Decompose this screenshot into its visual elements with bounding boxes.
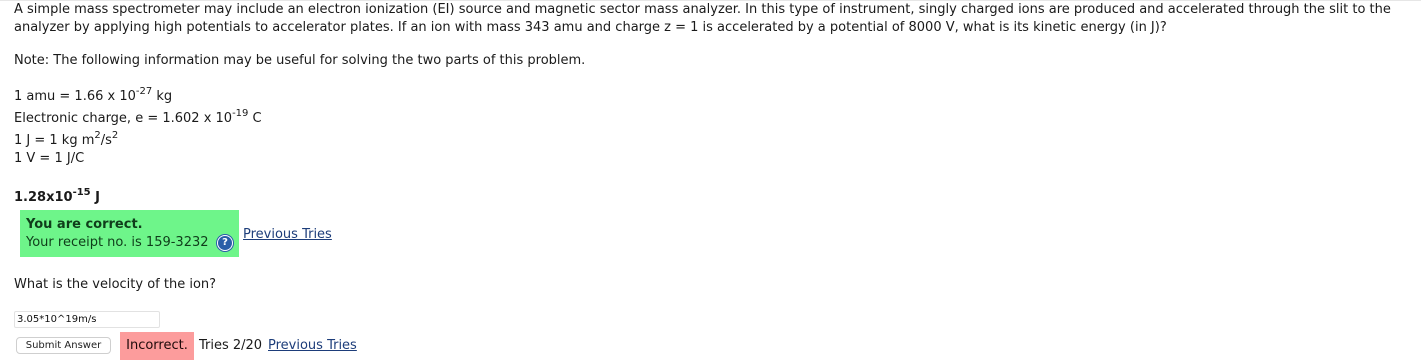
answer-unit: J [90, 190, 101, 205]
question-text: A simple mass spectrometer may include a… [14, 1, 1414, 37]
tries-counter: Tries 2/20 [199, 338, 263, 353]
answer-exponent: -15 [72, 186, 91, 198]
joule-exponent-2: 2 [111, 129, 119, 141]
incorrect-badge: Incorrect. [120, 332, 194, 360]
previous-tries-link-part2[interactable]: Previous Tries [268, 337, 357, 355]
constants-list: 1 amu = 1.66 x 10-27 kg Electronic charg… [14, 85, 262, 168]
question-line-2: analyzer by applying high potentials to … [14, 20, 1167, 35]
velocity-answer-input[interactable] [14, 311, 160, 328]
correct-title: You are correct. [26, 217, 143, 232]
question-circle-icon[interactable]: ? [217, 235, 233, 251]
charge-exponent: -19 [232, 107, 249, 119]
volt-fact: 1 V = 1 J/C [14, 151, 85, 166]
amu-fact: 1 amu = 1.66 x 10-27 kg [14, 85, 262, 110]
velocity-question: What is the velocity of the ion? [14, 277, 217, 292]
charge-unit: C [248, 111, 262, 126]
part1-answer: 1.28x10-15 J [14, 186, 101, 207]
charge-fact: Electronic charge, e = 1.602 x 10-19 C [14, 107, 262, 132]
amu-text: 1 amu = 1.66 x 10 [14, 89, 136, 104]
amu-unit: kg [152, 89, 173, 104]
amu-exponent: -27 [135, 85, 153, 97]
submit-answer-button[interactable]: Submit Answer [16, 337, 111, 354]
joule-exponent-1: 2 [94, 129, 101, 141]
previous-tries-link-part1[interactable]: Previous Tries [243, 226, 332, 244]
joule-text: 1 J = 1 kg m [14, 133, 95, 148]
joule-fact: 1 J = 1 kg m2/s2 [14, 129, 262, 150]
joule-mid: /s [100, 133, 112, 148]
receipt-text: Your receipt no. is 159-3232 [26, 235, 209, 250]
question-line-1: A simple mass spectrometer may include a… [14, 2, 1391, 17]
answer-base: 1.28x10 [14, 190, 73, 205]
note-text: Note: The following information may be u… [14, 53, 586, 68]
correct-feedback-box: You are correct. Your receipt no. is 159… [20, 210, 239, 257]
charge-text: Electronic charge, e = 1.602 x 10 [14, 111, 233, 126]
